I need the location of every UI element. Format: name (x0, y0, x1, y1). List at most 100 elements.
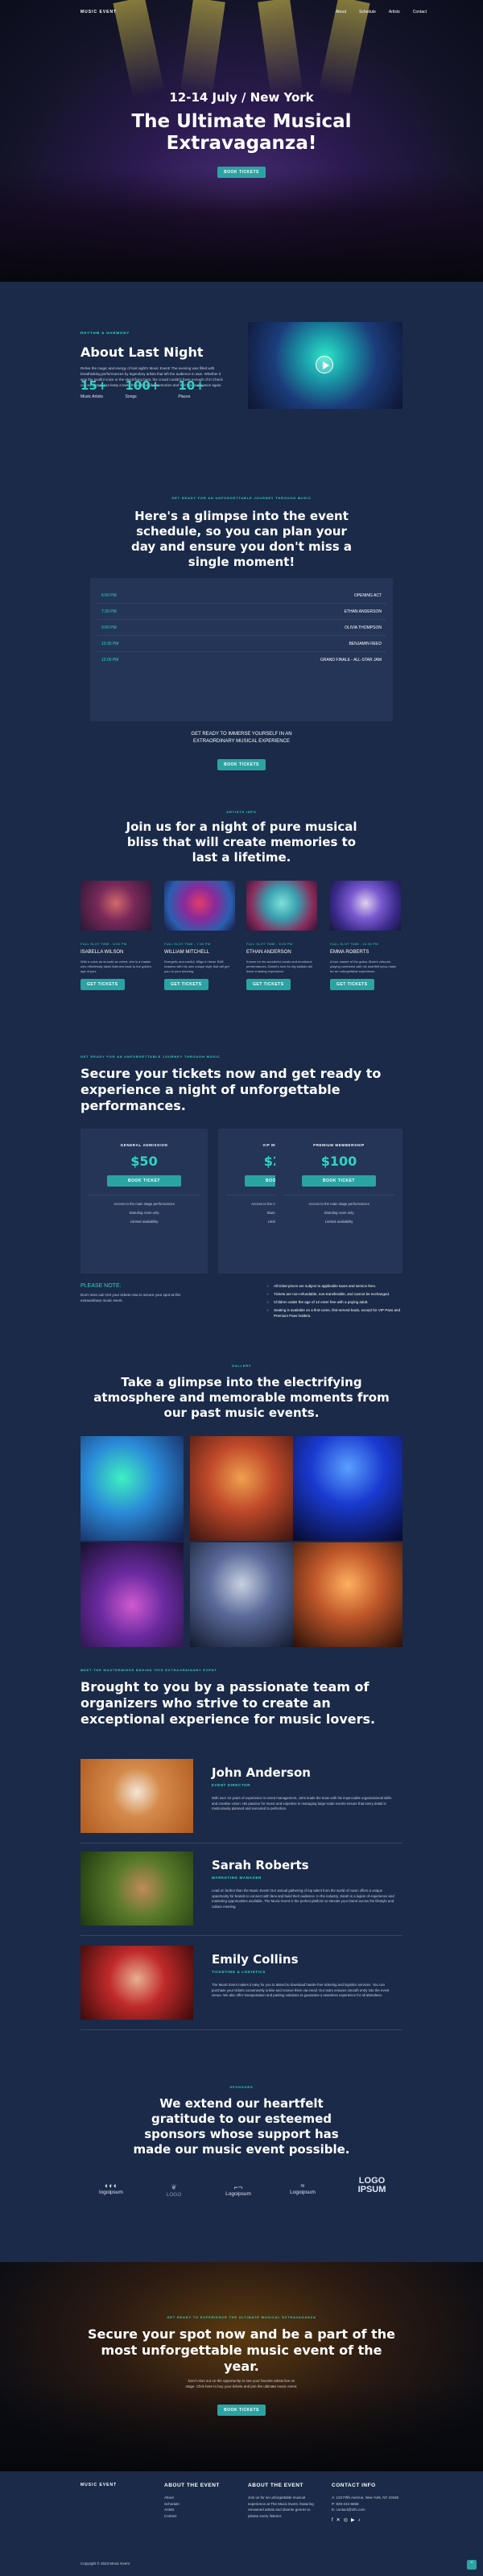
final-book-button[interactable]: BOOK TICKETS (217, 2405, 266, 2416)
youtube-icon[interactable]: ▶ (351, 2518, 355, 2524)
schedule-cta-wrap: BOOK TICKETS (0, 755, 483, 770)
stage-light (113, 0, 165, 98)
schedule-row: 10:30 PM BENJAMIN REED (97, 636, 386, 652)
title-line: Here's a glimpse into the event (134, 509, 349, 523)
event-date: 12-14 July / New York (169, 90, 314, 105)
gallery-image[interactable] (190, 1436, 293, 1541)
twitter-icon[interactable]: ✕ (336, 2518, 341, 2524)
artist-name: ISABELLA WILSON (80, 950, 124, 955)
sponsor-logo[interactable]: ❦ LOGO (150, 2183, 198, 2198)
artist-name: WILLIAM MITCHELL (164, 950, 210, 955)
brand-logo[interactable]: MUSIC EVENT (80, 10, 117, 14)
gallery-image[interactable] (80, 1542, 184, 1647)
nav-link-artists[interactable]: Artists (389, 10, 400, 14)
text-line: stage. Click here to buy your tickets an… (185, 2384, 298, 2388)
stage-light (180, 0, 225, 98)
ticket-price: $50 (130, 1154, 158, 1169)
cta-text-line: EXTRAORDINARY MUSICAL EXPERIENCE (193, 739, 290, 744)
social-icons: f ✕ ◎ ▶ ♪ (332, 2518, 404, 2524)
member-role: TICKETING & LOGISTICS (212, 1970, 266, 1974)
nav-link-schedule[interactable]: Schedule (359, 10, 376, 14)
gallery-image[interactable] (293, 1542, 402, 1647)
artist-time: FULL SLOT TIME - 10:30 PM (330, 942, 378, 946)
artist-tickets-button[interactable]: GET TICKETS (164, 979, 208, 990)
sponsor-logo[interactable]: ◐◐◐ logoipsum (87, 2182, 135, 2195)
sponsor-name: Logoipsum (225, 2191, 251, 2197)
ticket-card-general: GENERAL ADMISSION $50 BOOK TICKET Access… (80, 1129, 208, 1274)
contact-email[interactable]: E: contact@info.com (332, 2507, 404, 2513)
ticket-feature: Access to the main stage performances (114, 1202, 175, 1206)
artist-photo (164, 881, 235, 931)
sponsor-logo[interactable]: ≈ Logoipsum (279, 2182, 327, 2195)
artist-photo (246, 881, 317, 931)
sponsor-name: Logoipsum (290, 2190, 316, 2195)
title-line: Secure your tickets now and get ready to (80, 1066, 382, 1081)
artist-time: FULL SLOT TIME - 7:30 PM (164, 942, 211, 946)
footer-brand[interactable]: MUSIC EVENT (80, 2483, 117, 2487)
schedule-time: 12:00 PM (101, 658, 119, 663)
gallery-image[interactable] (80, 1436, 184, 1541)
artist-tickets-button[interactable]: GET TICKETS (330, 979, 374, 990)
main-nav: About Schedule Artists Contact (323, 10, 427, 14)
crowd-silhouette (0, 169, 483, 282)
book-ticket-button[interactable]: BOOK TICKET (302, 1175, 376, 1187)
arrow-up-icon: ⌃ (469, 2562, 474, 2567)
hero-book-button[interactable]: BOOK TICKETS (217, 167, 266, 178)
facebook-icon[interactable]: f (332, 2518, 333, 2524)
title-line: most unforgettable music event of the (101, 2343, 382, 2358)
schedule-table: 6:00 PM OPENING ACT 7:30 PM ETHAN ANDERSON… (90, 578, 393, 721)
schedule-eyebrow: GET READY FOR AN UNFORGETTABLE JOURNEY T… (171, 496, 312, 500)
artist-card: FULL SLOT TIME - 10:30 PM EMMA ROBERTS A… (330, 881, 401, 990)
artist-tickets-button[interactable]: GET TICKETS (246, 979, 291, 990)
footer-link-schedule[interactable]: Schedule (164, 2501, 237, 2508)
gallery-image[interactable] (190, 1542, 293, 1647)
team-title: Brought to you by a passionate team of o… (80, 1679, 419, 1728)
ticket-feature: Standing room only (129, 1211, 159, 1215)
footer-link-about[interactable]: About (164, 2495, 237, 2501)
about-section: RHYTHM & HARMONY About Last Night Relive… (0, 282, 483, 443)
title-line: Secure your spot now and be a part of th… (88, 2326, 395, 2342)
title-line: gratitude to our esteemed (151, 2112, 332, 2126)
footer-col-contact: CONTACT INFO A: 123 Fifth Avenue, New Yo… (332, 2483, 404, 2524)
wave-icon: ≈ (300, 2182, 305, 2190)
sponsors-title: We extend our heartfelt gratitude to our… (0, 2096, 483, 2157)
title-line: organizers who strive to create an (80, 1695, 331, 1711)
laurel-icon: ❦ (171, 2183, 177, 2191)
gallery-image[interactable] (293, 1436, 402, 1541)
scroll-top-button[interactable]: ⌃ (467, 2560, 477, 2570)
play-button[interactable] (316, 356, 333, 374)
schedule-act: OPENING ACT (353, 592, 382, 598)
tickets-title: Secure your tickets now and get ready to… (80, 1066, 419, 1114)
about-video[interactable] (248, 322, 402, 409)
contact-phone[interactable]: P: 929-242-6868 (332, 2501, 404, 2508)
rule-item: Children under the age of 12 enter free … (267, 1299, 402, 1305)
title-line: schedule, so you can plan your (136, 524, 347, 539)
artist-desc: Energetic and soulful, Mitgo in these R&… (164, 960, 229, 973)
sponsor-logo[interactable]: ⌐¬ Logoipsum (214, 2183, 262, 2197)
team-member: Sarah Roberts MARKETING MANAGER Lead on … (80, 1852, 402, 1940)
artist-tickets-button[interactable]: GET TICKETS (80, 979, 125, 990)
ticket-name: GENERAL ADMISSION (120, 1143, 168, 1147)
stat-label: Places (178, 394, 191, 399)
artist-desc: Known for his wonderful vocals and emoti… (246, 960, 312, 973)
title-line: experience a night of unforgettable (80, 1082, 341, 1097)
footer-link-contact[interactable]: Contact (164, 2513, 237, 2520)
sponsor-name: LOGO (166, 2192, 182, 2198)
title-line: single moment! (188, 555, 295, 569)
nav-link-about[interactable]: About (336, 10, 346, 14)
nav-link-contact[interactable]: Contact (413, 10, 427, 14)
instagram-icon[interactable]: ◎ (344, 2518, 348, 2524)
schedule-book-button[interactable]: BOOK TICKETS (217, 759, 266, 770)
tiktok-icon[interactable]: ♪ (358, 2518, 361, 2524)
artist-card: FULL SLOT TIME - 9:00 PM ETHAN ANDERSON … (246, 881, 317, 990)
member-bio: With over 10 years of experience in even… (212, 1796, 392, 1810)
footer-link-artists[interactable]: Artists (164, 2507, 237, 2513)
sponsor-logo[interactable]: LOGO IPSUM (348, 2177, 396, 2194)
artist-photo (80, 881, 151, 931)
member-photo (80, 1852, 193, 1926)
schedule-row: 6:00 PM OPENING ACT (97, 588, 386, 604)
final-title: Secure your spot now and be a part of th… (0, 2326, 483, 2375)
gallery-title: Take a glimpse into the electrifying atm… (0, 1375, 483, 1421)
artist-desc: With a voice as smooth as velvet, she is… (80, 960, 151, 973)
book-ticket-button[interactable]: BOOK TICKET (107, 1175, 181, 1187)
